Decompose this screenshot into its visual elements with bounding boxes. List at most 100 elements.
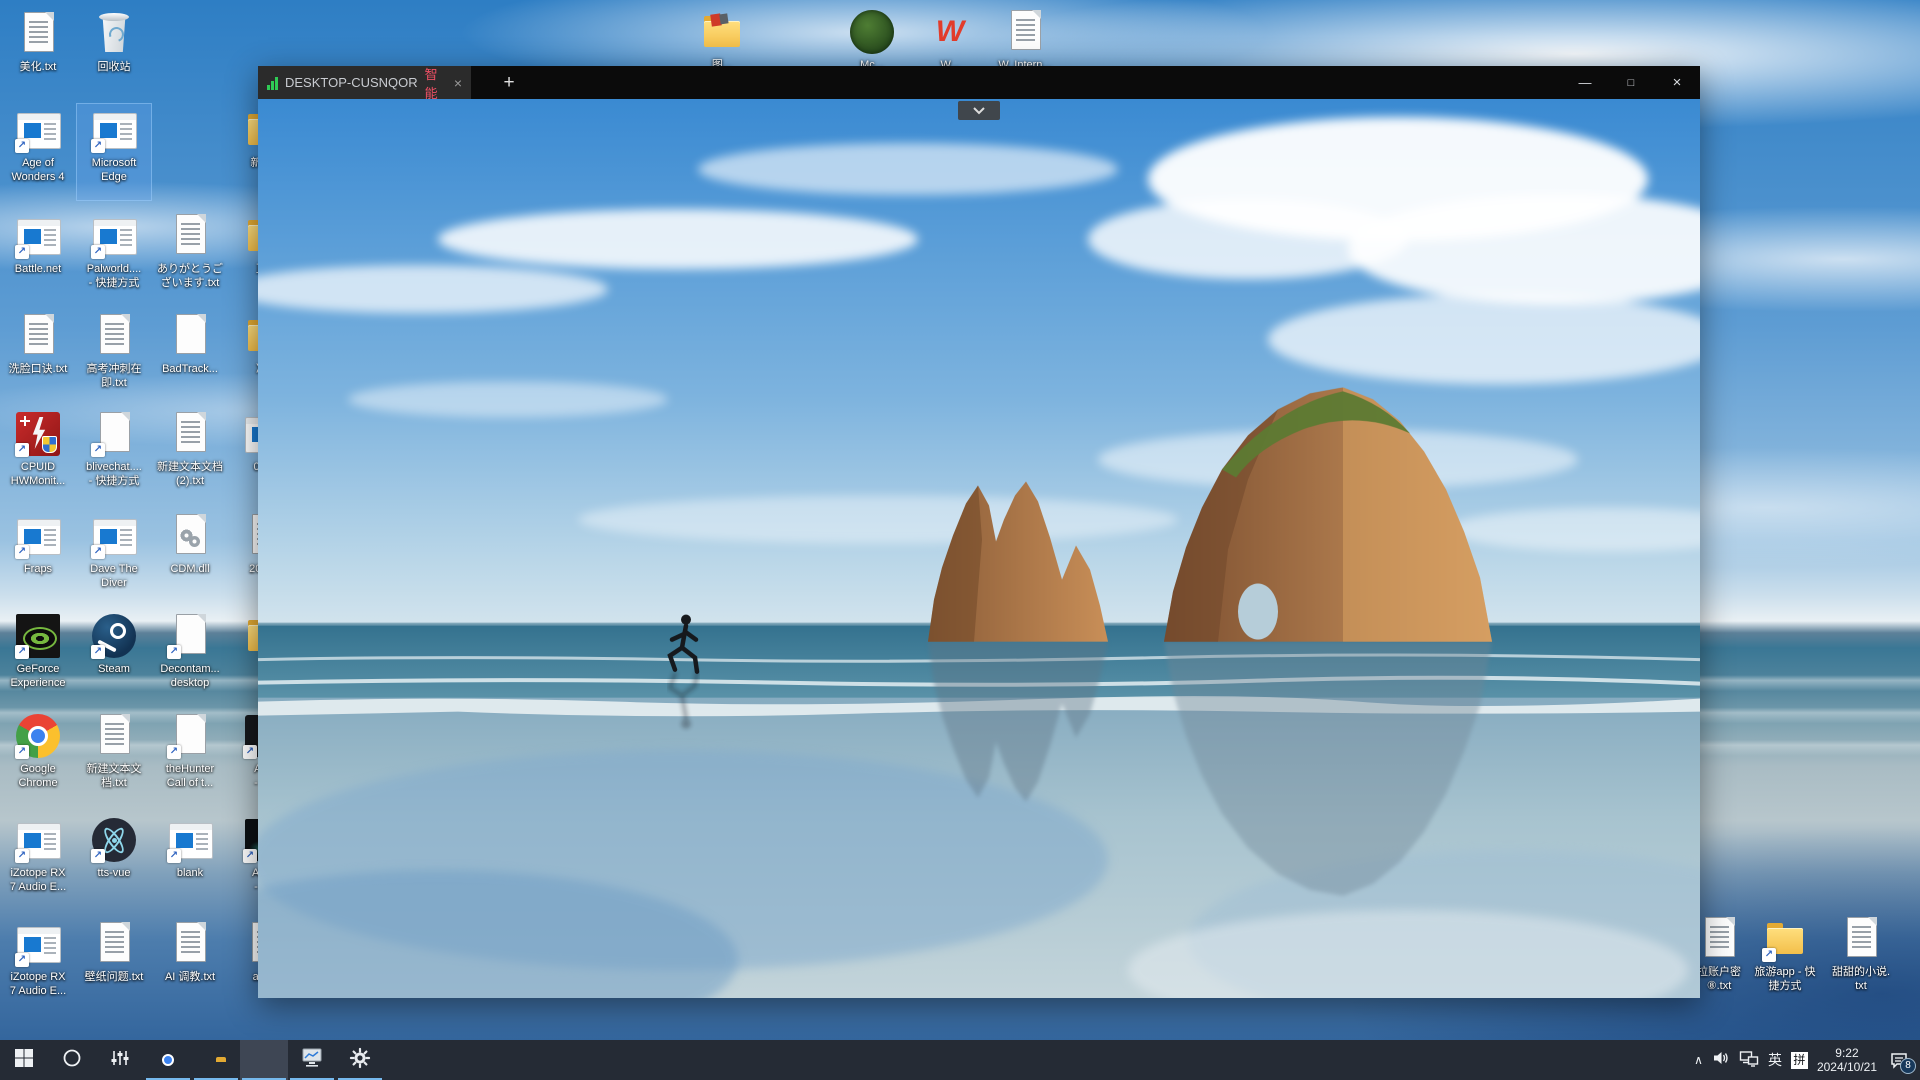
tab-close-button[interactable]: × (454, 75, 462, 91)
desktop-icon-xilian-koujue-txt[interactable]: 洗脸口诀.txt (1, 310, 75, 406)
remote-desktop-window: DESKTOP-CUSNQOR 智能 × + — □ × (258, 66, 1700, 998)
maximize-button[interactable]: □ (1608, 66, 1654, 99)
desktop-icon-meihua-txt[interactable]: 美化.txt (1, 8, 75, 104)
desktop-icon-palworld-shortcut[interactable]: Palworld....- 快捷方式 (77, 210, 151, 306)
icon-label: AI 调教.txt (146, 970, 234, 984)
icon-label-line1: Decontam... (146, 662, 234, 676)
desktop-icon-microsoft-edge[interactable]: MicrosoftEdge (77, 104, 151, 200)
minimize-button[interactable]: — (1562, 66, 1608, 99)
remote-session-tab[interactable]: DESKTOP-CUSNQOR 智能 × (258, 66, 471, 99)
desktop-icon-sweet-novel-txt[interactable]: 甜甜的小说.txt (1824, 913, 1898, 1009)
network-icon[interactable] (1739, 1049, 1759, 1072)
ime-mode-indicator[interactable]: 拼 (1791, 1052, 1808, 1069)
icon-label-line2: Edge (70, 170, 158, 184)
search-button[interactable] (48, 1040, 96, 1080)
task-view-button[interactable] (96, 1040, 144, 1080)
icon-label-line1: ありがとうご (146, 262, 234, 276)
desktop-icon-thehunter-call-of-the-wild[interactable]: theHunterCall of t... (153, 710, 227, 806)
icon-label: 甜甜的小说.txt (1817, 965, 1905, 993)
text-file-icon (90, 312, 138, 360)
folder-icon (1761, 915, 1809, 963)
action-center-button[interactable]: 8 (1886, 1048, 1912, 1072)
desktop-icon-battle-net[interactable]: Battle.net (1, 210, 75, 306)
connection-quality-label[interactable]: 智能 (425, 64, 447, 102)
desktop-icon-tts-vue[interactable]: tts-vue (77, 814, 151, 910)
app-window-icon (90, 106, 138, 154)
chrome-taskbar-button[interactable] (144, 1040, 192, 1080)
icon-label: 旅游app - 快捷方式 (1741, 965, 1829, 993)
desktop-icon-geforce-experience[interactable]: GeForceExperience (1, 610, 75, 706)
icon-label-line2: Diver (70, 576, 158, 590)
desktop-icon-recycle-bin[interactable]: 回收站 (77, 8, 151, 104)
icon-label-line2: 即.txt (70, 376, 158, 390)
shortcut-arrow-icon (15, 849, 29, 863)
desktop-icon-blank[interactable]: blank (153, 814, 227, 910)
language-indicator[interactable]: 英 (1768, 1050, 1782, 1070)
shortcut-arrow-icon (91, 139, 105, 153)
desktop-icon-izotope-rx-7-audio[interactable]: iZotope RX7 Audio E... (1, 814, 75, 910)
shortcut-arrow-icon (15, 139, 29, 153)
desktop-icon-steam[interactable]: Steam (77, 610, 151, 706)
icon-label: Decontam...desktop (146, 662, 234, 690)
desktop-icon-age-of-wonders-4[interactable]: Age ofWonders 4 (1, 104, 75, 200)
clock[interactable]: 9:22 2024/10/21 (1817, 1046, 1877, 1074)
blank-file-icon (90, 410, 138, 458)
icon-label-line1: Steam (70, 662, 158, 676)
icon-label-line2: desktop (146, 676, 234, 690)
desktop-icon-izotope-rx-7-audio-2[interactable]: iZotope RX7 Audio E... (1, 918, 75, 1014)
file-explorer-button[interactable] (192, 1040, 240, 1080)
app-window-icon (166, 816, 214, 864)
text-file-icon (166, 920, 214, 968)
remote-window-titlebar[interactable]: DESKTOP-CUSNQOR 智能 × + — □ × (258, 66, 1700, 99)
window-controls: — □ × (1562, 66, 1700, 99)
hardware-monitor-button[interactable] (288, 1040, 336, 1080)
icon-label-line1: blank (146, 866, 234, 880)
task-view-icon (110, 1048, 130, 1073)
desktop-icon-cdm-dll[interactable]: CDM.dll (153, 510, 227, 606)
desktop: 美化.txt回收站Age ofWonders 4MicrosoftEdgeBat… (0, 0, 1920, 1080)
shortcut-arrow-icon (15, 953, 29, 967)
remote-desktop-viewport[interactable] (258, 99, 1700, 998)
taskbar: ∧ 英 拼 9:22 2024/10/21 (0, 1040, 1920, 1080)
desktop-icon-new-text-doc-txt[interactable]: 新建文本文档.txt (77, 710, 151, 806)
steam-icon (90, 612, 138, 660)
shortcut-arrow-icon (15, 645, 29, 659)
signal-strength-icon (267, 76, 278, 90)
volume-icon[interactable] (1712, 1049, 1730, 1072)
close-button[interactable]: × (1654, 66, 1700, 99)
icon-label-line1: 高考冲刺在 (70, 362, 158, 376)
start-button[interactable] (0, 1040, 48, 1080)
desktop-icon-arigatou-txt[interactable]: ありがとうございます.txt (153, 210, 227, 306)
shortcut-arrow-icon (15, 245, 29, 259)
system-tray: ∧ 英 拼 9:22 2024/10/21 (1694, 1040, 1920, 1080)
tray-expand-button[interactable]: ∧ (1694, 1053, 1703, 1067)
desktop-icon-badtrack[interactable]: BadTrack... (153, 310, 227, 406)
text-file-icon (1695, 915, 1743, 963)
remote-desktop-app-button[interactable] (240, 1040, 288, 1080)
electron-icon (90, 816, 138, 864)
shortcut-arrow-icon (1762, 948, 1776, 962)
desktop-icon-cpuid-hwmonitor[interactable]: CPUIDHWMonit... (1, 408, 75, 504)
text-file-icon (1837, 915, 1885, 963)
desktop-icon-fraps[interactable]: Fraps (1, 510, 75, 606)
desktop-icon-dave-the-diver[interactable]: Dave TheDiver (77, 510, 151, 606)
desktop-icon-blivechat-shortcut[interactable]: blivechat....- 快捷方式 (77, 408, 151, 504)
icon-label-line1: 回收站 (70, 60, 158, 74)
desktop-icon-decontam-desktop[interactable]: Decontam...desktop (153, 610, 227, 706)
desktop-icon-google-chrome[interactable]: GoogleChrome (1, 710, 75, 806)
icon-label-line1: BadTrack... (146, 362, 234, 376)
desktop-icon-bizhi-wenti-txt[interactable]: 壁纸问题.txt (77, 918, 151, 1014)
new-tab-button[interactable]: + (494, 66, 524, 99)
toolbar-expand-button[interactable] (958, 101, 1000, 120)
icon-label: 高考冲刺在即.txt (70, 362, 158, 390)
monitor-app-icon (301, 1047, 323, 1073)
desktop-icon-new-text-doc-2-txt[interactable]: 新建文本文档(2).txt (153, 408, 227, 504)
desktop-icon-travel-app-folder-shortcut[interactable]: 旅游app - 快捷方式 (1748, 913, 1822, 1009)
shortcut-arrow-icon (243, 849, 257, 863)
desktop-icon-ai-tiaojiao-txt[interactable]: AI 调教.txt (153, 918, 227, 1014)
nvidia-icon (14, 612, 62, 660)
icon-label-line1: AI 调教.txt (146, 970, 234, 984)
settings-button[interactable] (336, 1040, 384, 1080)
tray-date: 2024/10/21 (1817, 1060, 1877, 1074)
desktop-icon-gaokao-chongci-txt[interactable]: 高考冲刺在即.txt (77, 310, 151, 406)
